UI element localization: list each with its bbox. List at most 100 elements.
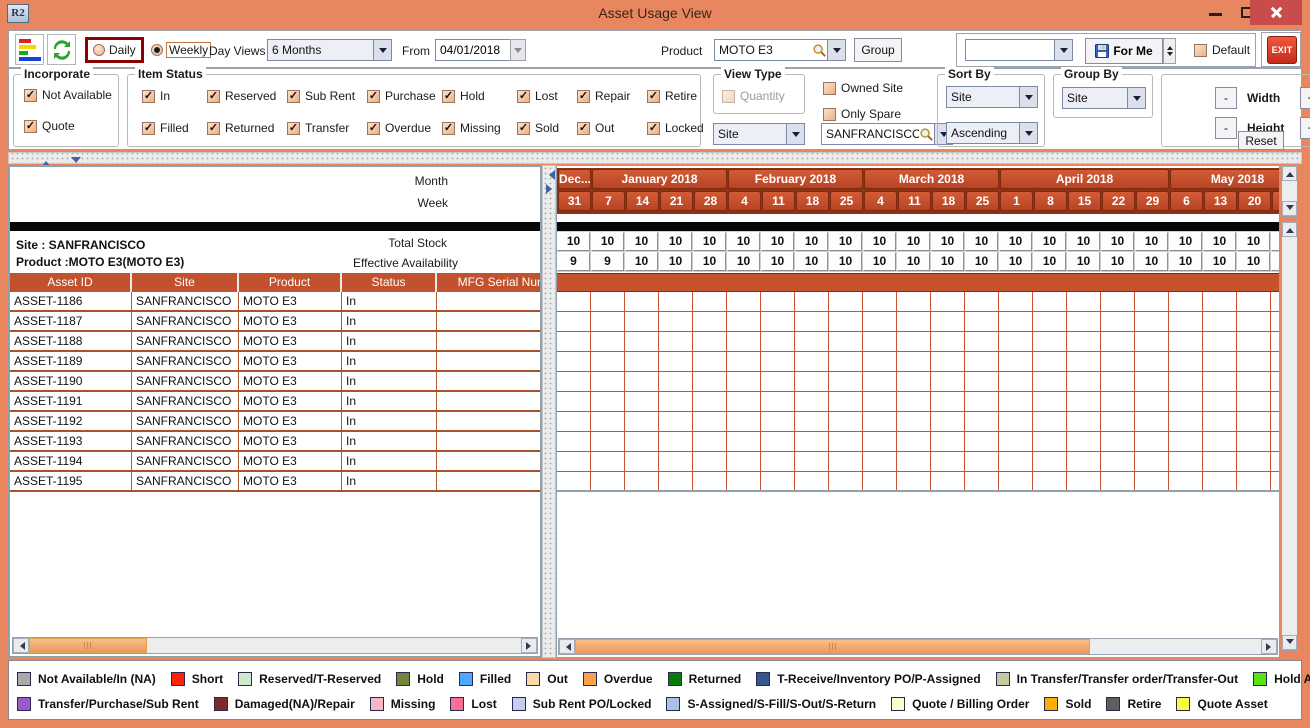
chevron-down-icon[interactable] — [1019, 123, 1037, 143]
sort-by-order-combo[interactable]: Ascending — [946, 122, 1038, 144]
item-status-checkbox-repair[interactable]: ✓Repair — [577, 89, 630, 103]
scroll-track[interactable] — [1282, 237, 1297, 635]
scroll-down-icon[interactable] — [1282, 635, 1297, 650]
scroll-thumb[interactable] — [575, 639, 1090, 654]
chart-view-button[interactable] — [15, 34, 44, 65]
reset-button[interactable]: Reset — [1238, 131, 1284, 150]
daily-radio[interactable]: Daily — [85, 37, 144, 63]
month-header-may-2018[interactable]: May 2018 — [1170, 169, 1280, 189]
item-status-checkbox-locked[interactable]: ✓Locked — [647, 121, 704, 135]
calendar-body-vscrollbar[interactable] — [1281, 221, 1298, 651]
height-minus-button[interactable]: - — [1215, 117, 1237, 139]
month-header-january-2018[interactable]: January 2018 — [592, 169, 727, 189]
width-minus-button[interactable]: - — [1215, 87, 1237, 109]
week-header-april-2018-8[interactable]: 8 — [1034, 191, 1067, 211]
item-status-checkbox-sold[interactable]: ✓Sold — [517, 121, 559, 135]
week-header-january-2018-21[interactable]: 21 — [660, 191, 693, 211]
scroll-up-icon[interactable] — [1282, 166, 1297, 181]
week-header-january-2018-14[interactable]: 14 — [626, 191, 659, 211]
column-header-asset-id[interactable]: Asset ID — [10, 273, 132, 292]
month-header-april-2018[interactable]: April 2018 — [1000, 169, 1169, 189]
week-header-may-2018-13[interactable]: 13 — [1204, 191, 1237, 211]
duration-combo[interactable]: 6 Months — [267, 39, 392, 61]
item-status-checkbox-in[interactable]: ✓In — [142, 89, 170, 103]
table-row[interactable]: ASSET-1188SANFRANCISCOMOTO E3In — [10, 332, 542, 352]
item-status-checkbox-missing[interactable]: ✓Missing — [442, 121, 501, 135]
exit-button[interactable]: EXIT — [1267, 36, 1297, 64]
month-header-dec[interactable]: Dec... — [558, 169, 591, 189]
week-header-january-2018-7[interactable]: 7 — [592, 191, 625, 211]
week-header-april-2018-29[interactable]: 29 — [1136, 191, 1169, 211]
table-row[interactable]: ASSET-1195SANFRANCISCOMOTO E3In — [10, 472, 542, 492]
item-status-checkbox-overdue[interactable]: ✓Overdue — [367, 121, 431, 135]
asset-list-hscrollbar[interactable] — [12, 637, 538, 654]
horizontal-splitter[interactable] — [8, 152, 1302, 164]
weekly-radio[interactable]: Weekly — [151, 40, 211, 60]
default-checkbox[interactable]: Default — [1194, 43, 1250, 57]
collapse-left-icon[interactable] — [544, 170, 555, 180]
week-header-february-2018-11[interactable]: 11 — [762, 191, 795, 211]
incorporate-checkbox-quote[interactable]: ✓Quote — [24, 119, 112, 133]
owned-site-checkbox[interactable]: Owned Site — [823, 81, 903, 95]
item-status-checkbox-lost[interactable]: ✓Lost — [517, 89, 558, 103]
sort-by-field-combo[interactable]: Site — [946, 86, 1038, 108]
item-status-checkbox-transfer[interactable]: ✓Transfer — [287, 121, 349, 135]
week-header-march-2018-18[interactable]: 18 — [932, 191, 965, 211]
table-row[interactable]: ASSET-1192SANFRANCISCOMOTO E3In — [10, 412, 542, 432]
table-row[interactable]: ASSET-1189SANFRANCISCOMOTO E3In — [10, 352, 542, 372]
chevron-down-icon[interactable] — [786, 124, 804, 144]
chevron-down-icon[interactable] — [1019, 87, 1037, 107]
week-header-february-2018-4[interactable]: 4 — [728, 191, 761, 211]
item-status-checkbox-returned[interactable]: ✓Returned — [207, 121, 274, 135]
week-header-march-2018-25[interactable]: 25 — [966, 191, 999, 211]
table-row[interactable]: ASSET-1190SANFRANCISCOMOTO E3In — [10, 372, 542, 392]
date-picker-button[interactable] — [510, 39, 526, 61]
scroll-track[interactable] — [29, 638, 521, 653]
week-header-february-2018-18[interactable]: 18 — [796, 191, 829, 211]
item-status-checkbox-hold[interactable]: ✓Hold — [442, 89, 485, 103]
incorporate-checkbox-not-available[interactable]: ✓Not Available — [24, 88, 112, 102]
week-header-april-2018-15[interactable]: 15 — [1068, 191, 1101, 211]
scroll-track[interactable] — [1282, 181, 1297, 201]
vertical-splitter[interactable] — [542, 165, 556, 658]
for-me-spinner[interactable] — [1163, 38, 1176, 64]
chevron-down-icon[interactable] — [827, 40, 845, 60]
scroll-right-icon[interactable] — [1261, 639, 1277, 654]
month-header-march-2018[interactable]: March 2018 — [864, 169, 999, 189]
table-row[interactable]: ASSET-1186SANFRANCISCOMOTO E3In — [10, 292, 542, 312]
calendar-hscrollbar[interactable] — [558, 638, 1278, 655]
item-status-checkbox-out[interactable]: ✓Out — [577, 121, 614, 135]
week-header-march-2018-4[interactable]: 4 — [864, 191, 897, 211]
week-header-may-2018-6[interactable]: 6 — [1170, 191, 1203, 211]
product-combo[interactable]: MOTO E3 — [714, 39, 846, 61]
close-button[interactable] — [1250, 0, 1302, 25]
column-header-product[interactable]: Product — [239, 273, 342, 292]
site-search-combo[interactable]: SANFRANCISCO — [821, 123, 953, 145]
calendar-header-vscrollbar[interactable] — [1281, 165, 1298, 217]
week-header-may-2018-27[interactable]: 27 — [1272, 191, 1280, 211]
table-row[interactable]: ASSET-1191SANFRANCISCOMOTO E3In — [10, 392, 542, 412]
item-status-checkbox-filled[interactable]: ✓Filled — [142, 121, 189, 135]
scroll-right-icon[interactable] — [521, 638, 537, 653]
table-row[interactable]: ASSET-1194SANFRANCISCOMOTO E3In — [10, 452, 542, 472]
week-header-february-2018-25[interactable]: 25 — [830, 191, 863, 211]
month-header-february-2018[interactable]: February 2018 — [728, 169, 863, 189]
for-me-button[interactable]: For Me — [1085, 38, 1163, 64]
column-header-mfg-serial-number[interactable]: MFG Serial Number — [437, 273, 542, 292]
scroll-track[interactable] — [575, 639, 1261, 654]
view-type-site-combo[interactable]: Site — [713, 123, 805, 145]
saved-view-combo[interactable] — [965, 39, 1073, 61]
table-row[interactable]: ASSET-1187SANFRANCISCOMOTO E3In — [10, 312, 542, 332]
week-header-january-2018-28[interactable]: 28 — [694, 191, 727, 211]
scroll-left-icon[interactable] — [13, 638, 29, 653]
week-header-april-2018-1[interactable]: 1 — [1000, 191, 1033, 211]
group-by-field-combo[interactable]: Site — [1062, 87, 1146, 109]
group-button[interactable]: Group — [854, 38, 902, 62]
usage-grid[interactable] — [557, 292, 1280, 492]
week-header-march-2018-11[interactable]: 11 — [898, 191, 931, 211]
item-status-checkbox-sub-rent[interactable]: ✓Sub Rent — [287, 89, 355, 103]
scroll-thumb[interactable] — [29, 638, 147, 653]
week-header-may-2018-20[interactable]: 20 — [1238, 191, 1271, 211]
scroll-left-icon[interactable] — [559, 639, 575, 654]
only-spare-checkbox[interactable]: Only Spare — [823, 107, 901, 121]
